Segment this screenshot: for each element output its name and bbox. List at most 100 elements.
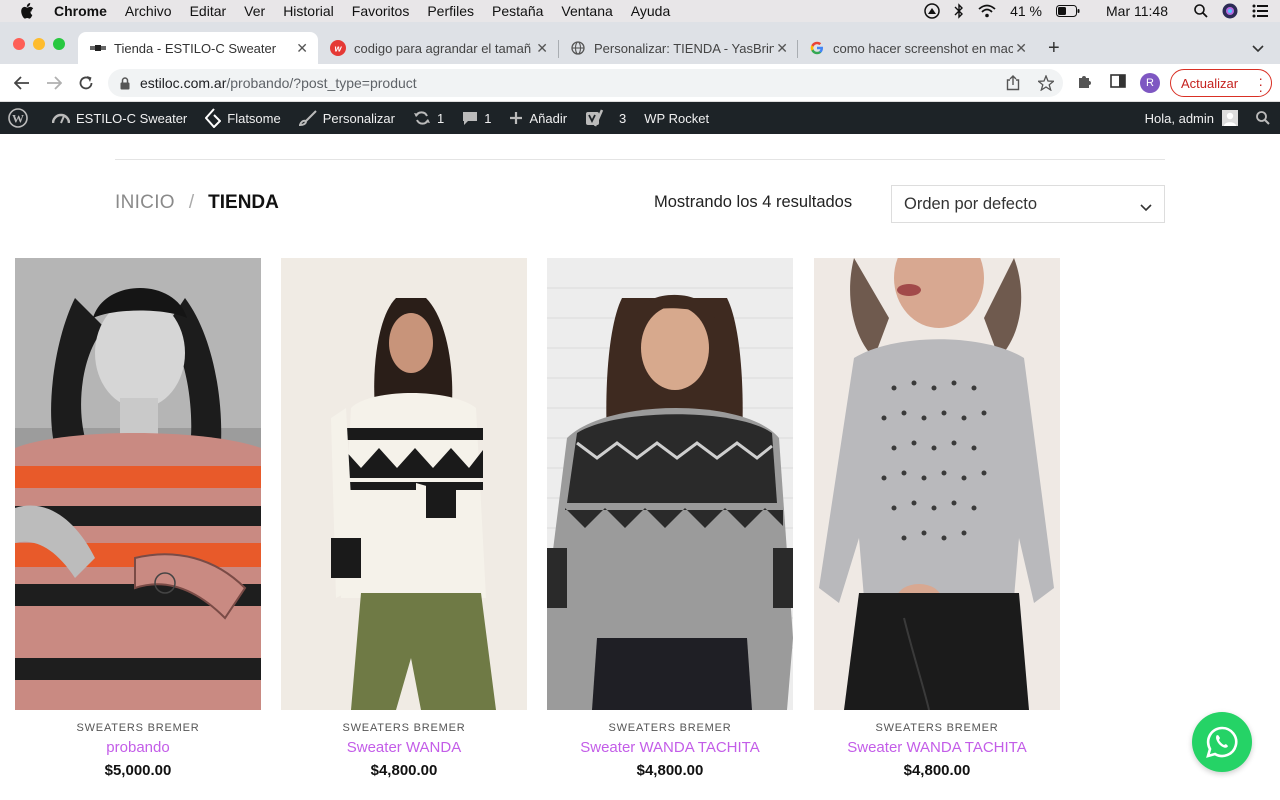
lock-icon[interactable] — [120, 76, 130, 90]
dashboard-gauge-icon — [52, 113, 70, 124]
url-text: estiloc.com.ar/probando/?post_type=produ… — [140, 75, 417, 91]
wp-rocket-link[interactable]: WP Rocket — [644, 111, 709, 126]
zoom-window-button[interactable] — [53, 38, 65, 50]
product-card[interactable]: SWEATERS BREMER Sweater WANDA $4,800.00 — [281, 258, 527, 779]
profile-avatar[interactable]: R — [1140, 73, 1160, 93]
site-name-label: ESTILO-C Sweater — [76, 110, 188, 126]
admin-search-icon[interactable] — [1256, 111, 1270, 125]
product-card[interactable]: SWEATERS BREMER probando $5,000.00 — [15, 258, 261, 779]
share-icon[interactable] — [1006, 75, 1020, 96]
sweater-favicon-icon — [90, 40, 106, 56]
tab-title: Tienda - ESTILO-C Sweater — [114, 40, 277, 56]
product-image[interactable] — [547, 258, 793, 710]
new-tab-plus-icon[interactable]: + — [1048, 37, 1060, 60]
tab-tienda[interactable]: Tienda - ESTILO-C Sweater ✕ — [78, 32, 318, 64]
window-controls — [13, 38, 65, 50]
close-tab-icon[interactable]: ✕ — [296, 40, 308, 57]
battery-icon[interactable] — [1056, 5, 1080, 17]
tab-google-search[interactable]: como hacer screenshot en mac ✕ — [797, 32, 1037, 64]
add-new-link[interactable]: Añadir — [509, 111, 567, 126]
vpn-icon[interactable] — [924, 3, 940, 19]
site-name-link[interactable]: ESTILO-C Sweater — [52, 110, 187, 126]
product-image[interactable] — [281, 258, 527, 710]
apple-icon[interactable] — [20, 3, 40, 19]
menubar-clock[interactable]: Mar 11:48 — [1106, 3, 1168, 19]
admin-account-area[interactable]: Hola, admin — [1145, 102, 1270, 134]
url-domain: estiloc.com.ar — [140, 75, 227, 91]
wp-rocket-label: WP Rocket — [644, 110, 710, 126]
app-menu-chrome[interactable]: Chrome — [54, 3, 107, 19]
product-title-link[interactable]: Sweater WANDA — [281, 739, 527, 756]
product-price: $4,800.00 — [636, 762, 704, 779]
bluetooth-icon[interactable] — [954, 3, 964, 19]
wifi-icon[interactable] — [978, 4, 996, 18]
breadcrumb: INICIO / TIENDA — [115, 192, 279, 214]
menu-perfiles[interactable]: Perfiles — [427, 3, 474, 19]
tab-title: como hacer screenshot en mac — [833, 40, 1013, 56]
menu-ayuda[interactable]: Ayuda — [631, 3, 670, 19]
header-divider — [115, 159, 1165, 160]
menu-favoritos[interactable]: Favoritos — [352, 3, 410, 19]
close-tab-icon[interactable]: ✕ — [1015, 40, 1027, 57]
menubar-status-area: 41 % Mar 11:48 — [924, 0, 1268, 22]
svg-text:w: w — [334, 44, 342, 54]
product-card[interactable]: SWEATERS BREMER Sweater WANDA TACHITA $4… — [547, 258, 793, 779]
globe-icon — [570, 40, 586, 56]
wp-admin-bar: W ESTILO-C Sweater Flatsome Personalizar… — [0, 102, 1280, 134]
address-bar[interactable]: estiloc.com.ar/probando/?post_type=produ… — [108, 69, 1063, 97]
updates-refresh-icon — [414, 111, 430, 125]
menu-pestana[interactable]: Pestaña — [492, 3, 543, 19]
tab-codigo[interactable]: w codigo para agrandar el tamañ ✕ — [318, 32, 558, 64]
customize-link[interactable]: Personalizar — [298, 110, 395, 126]
product-title-link[interactable]: Sweater WANDA TACHITA — [814, 739, 1060, 756]
macos-menu-bar: Chrome Archivo Editar Ver Historial Favo… — [0, 0, 1280, 22]
more-vertical-icon[interactable]: · · · — [1258, 71, 1263, 97]
flatsome-logo-icon — [205, 108, 222, 128]
menu-ver[interactable]: Ver — [244, 3, 265, 19]
breadcrumb-home-link[interactable]: INICIO — [115, 192, 175, 214]
yoast-count: 3 — [619, 110, 627, 126]
wix-favicon-icon: w — [330, 40, 346, 56]
product-card[interactable]: SWEATERS BREMER Sweater WANDA TACHITA $4… — [814, 258, 1060, 779]
reload-icon[interactable] — [76, 73, 96, 93]
battery-percent: 41 % — [1010, 3, 1042, 19]
whatsapp-chat-button[interactable] — [1192, 712, 1252, 772]
yoast-icon — [586, 109, 604, 127]
wordpress-logo-icon[interactable]: W — [8, 108, 34, 128]
comment-bubble-icon — [463, 112, 478, 125]
yoast-seo-link[interactable]: 3 — [585, 109, 626, 127]
svg-text:W: W — [12, 112, 24, 126]
tab-personalizar[interactable]: Personalizar: TIENDA - YasBrin ✕ — [558, 32, 798, 64]
flatsome-menu[interactable]: Flatsome — [205, 108, 281, 128]
minimize-window-button[interactable] — [33, 38, 45, 50]
back-arrow-icon[interactable] — [12, 73, 32, 93]
product-title-link[interactable]: probando — [15, 739, 261, 756]
product-title-link[interactable]: Sweater WANDA TACHITA — [547, 739, 793, 756]
menu-archivo[interactable]: Archivo — [125, 3, 172, 19]
updates-link[interactable]: 1 — [413, 110, 444, 126]
product-category: SWEATERS BREMER — [875, 722, 999, 734]
tab-search-chevron-down-icon[interactable] — [1252, 40, 1264, 58]
close-tab-icon[interactable]: ✕ — [536, 40, 548, 57]
bookmark-star-icon[interactable] — [1036, 74, 1056, 96]
close-window-button[interactable] — [13, 38, 25, 50]
siri-icon[interactable] — [1222, 3, 1238, 19]
extensions-puzzle-icon[interactable] — [1077, 73, 1093, 94]
product-category: SWEATERS BREMER — [342, 722, 466, 734]
close-tab-icon[interactable]: ✕ — [776, 40, 788, 57]
user-avatar-icon — [1222, 110, 1238, 126]
side-panel-icon[interactable] — [1110, 73, 1126, 94]
update-button[interactable]: Actualizar · · · — [1170, 69, 1272, 97]
forward-arrow-icon[interactable] — [44, 73, 64, 93]
spotlight-search-icon[interactable] — [1194, 4, 1208, 18]
orderby-select[interactable]: Orden por defecto — [891, 185, 1165, 223]
product-image[interactable] — [814, 258, 1060, 710]
add-new-label: Añadir — [529, 110, 568, 126]
control-center-icon[interactable] — [1252, 4, 1268, 18]
comments-link[interactable]: 1 — [462, 110, 491, 126]
menu-ventana[interactable]: Ventana — [561, 3, 612, 19]
menu-editar[interactable]: Editar — [190, 3, 227, 19]
menu-historial[interactable]: Historial — [283, 3, 334, 19]
comments-count: 1 — [484, 110, 492, 126]
product-image[interactable] — [15, 258, 261, 710]
